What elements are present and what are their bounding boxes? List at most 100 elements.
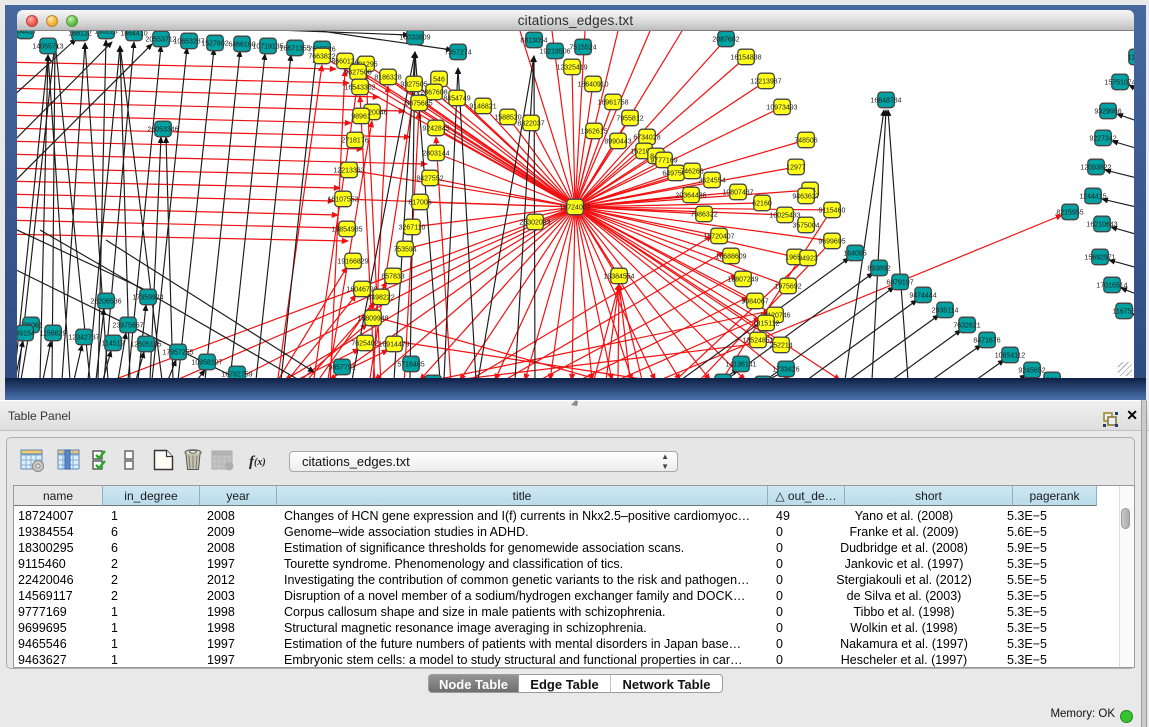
svg-text:16961758: 16961758	[597, 100, 628, 107]
svg-text:2718176: 2718176	[341, 138, 368, 145]
svg-text:16210643: 16210643	[1086, 222, 1117, 229]
svg-text:9242845: 9242845	[422, 126, 449, 133]
svg-text:3624554: 3624554	[698, 178, 725, 185]
svg-text:8471676: 8471676	[973, 338, 1000, 345]
svg-text:12342737: 12342737	[68, 335, 99, 342]
svg-text:25302033: 25302033	[519, 220, 550, 227]
svg-text:14136141: 14136141	[725, 362, 756, 369]
svg-text:9084067: 9084067	[741, 299, 768, 306]
svg-text:9777169: 9777169	[650, 158, 677, 165]
svg-text:10653287: 10653287	[173, 39, 204, 46]
svg-text:1864410: 1864410	[120, 31, 147, 38]
svg-text:26206536: 26206536	[90, 299, 121, 306]
svg-text:15720407: 15720407	[703, 234, 734, 241]
svg-text:3575004: 3575004	[792, 223, 819, 230]
svg-text:817006: 817006	[408, 200, 431, 207]
svg-text:10973493: 10973493	[766, 105, 797, 112]
svg-text:89214: 89214	[1042, 378, 1062, 379]
svg-text:16648784: 16648784	[870, 98, 901, 105]
svg-text:748506: 748506	[794, 138, 817, 145]
svg-text:16914479: 16914479	[378, 342, 409, 349]
svg-text:7632621: 7632621	[953, 323, 980, 330]
svg-text:9245652: 9245652	[1018, 368, 1045, 375]
svg-text:7625402: 7625402	[351, 341, 378, 348]
svg-text:164095: 164095	[843, 251, 866, 258]
svg-text:12505135: 12505135	[130, 342, 161, 349]
svg-text:8215955: 8215955	[1056, 210, 1083, 217]
svg-text:190223: 190223	[94, 31, 117, 36]
svg-text:857833: 857833	[381, 274, 404, 281]
svg-text:19166829: 19166829	[337, 259, 368, 266]
svg-text:12213363: 12213363	[333, 168, 364, 175]
svg-text:9474444: 9474444	[909, 293, 936, 300]
svg-text:18724007: 18724007	[559, 205, 590, 212]
svg-text:19384554: 19384554	[603, 274, 634, 281]
svg-text:10688609: 10688609	[715, 254, 746, 261]
svg-text:9329966: 9329966	[1094, 109, 1121, 116]
svg-text:12213987: 12213987	[750, 79, 781, 86]
svg-text:16033809: 16033809	[399, 35, 430, 42]
svg-text:252214: 252214	[769, 343, 792, 350]
svg-text:12977: 12977	[786, 165, 806, 172]
svg-text:18807249: 18807249	[727, 277, 758, 284]
svg-text:16671355: 16671355	[279, 46, 310, 53]
svg-text:14055713: 14055713	[32, 44, 63, 51]
svg-text:5716485: 5716485	[397, 362, 424, 369]
svg-text:39154: 39154	[17, 331, 35, 338]
svg-text:1733426: 1733426	[772, 367, 799, 374]
svg-text:16809948: 16809948	[357, 316, 388, 323]
svg-text:9227342: 9227342	[1089, 136, 1116, 143]
svg-text:11127: 11127	[1128, 55, 1134, 62]
svg-text:1244415: 1244415	[1079, 194, 1106, 201]
svg-text:104417: 104417	[17, 31, 37, 36]
svg-text:16782759: 16782759	[221, 372, 252, 379]
svg-text:1362615: 1362615	[580, 129, 607, 136]
svg-text:15751074: 15751074	[1104, 80, 1134, 87]
svg-text:16107553: 16107553	[327, 197, 358, 204]
svg-text:8990443: 8990443	[604, 139, 631, 146]
svg-text:16543362: 16543362	[344, 85, 375, 92]
svg-text:9327505: 9327505	[400, 82, 427, 89]
svg-text:2087682: 2087682	[712, 37, 739, 44]
svg-text:9146821: 9146821	[469, 104, 496, 111]
svg-text:6879197: 6879197	[886, 280, 913, 287]
svg-text:10654112: 10654112	[995, 353, 1026, 360]
svg-text:753594: 753594	[393, 247, 416, 254]
svg-text:16154838: 16154838	[730, 55, 761, 62]
svg-text:62160: 62160	[752, 201, 772, 208]
svg-text:98961: 98961	[351, 114, 371, 121]
svg-text:9857791: 9857791	[328, 365, 355, 372]
svg-text:17957255: 17957255	[162, 350, 193, 357]
svg-text:546: 546	[433, 77, 445, 84]
svg-text:19218506: 19218506	[539, 49, 570, 56]
svg-text:9699695: 9699695	[818, 239, 845, 246]
svg-text:7515524: 7515524	[569, 45, 596, 52]
svg-text:26053346: 26053346	[147, 127, 178, 134]
svg-text:746266: 746266	[680, 169, 703, 176]
svg-text:7955812: 7955812	[616, 116, 643, 123]
svg-text:3498222: 3498222	[367, 295, 394, 302]
svg-text:8454749: 8454749	[443, 96, 470, 103]
svg-text:114519: 114519	[102, 341, 125, 348]
svg-text:7357274: 7357274	[444, 50, 471, 57]
svg-text:23975867: 23975867	[112, 323, 143, 330]
svg-text:19854985: 19854985	[331, 227, 362, 234]
svg-text:1815112: 1815112	[753, 321, 780, 328]
svg-text:2803144: 2803144	[422, 151, 449, 158]
svg-text:10807487: 10807487	[722, 190, 753, 197]
svg-text:20553712: 20553712	[145, 37, 176, 44]
svg-text:12325419: 12325419	[556, 65, 587, 72]
svg-text:2935114: 2935114	[932, 308, 959, 315]
svg-text:7986322: 7986322	[690, 212, 717, 219]
svg-text:1975692: 1975692	[774, 284, 801, 291]
svg-text:20364436: 20364436	[675, 193, 706, 200]
svg-text:(x): (x)	[254, 457, 266, 468]
svg-text:116753: 116753	[1113, 309, 1134, 316]
svg-text:8813054: 8813054	[520, 38, 547, 45]
svg-text:15692971: 15692971	[1084, 255, 1115, 262]
svg-text:18640910: 18640910	[577, 82, 608, 89]
svg-text:17359924: 17359924	[132, 295, 163, 302]
svg-text:6734028: 6734028	[633, 135, 660, 142]
svg-text:3875685: 3875685	[405, 101, 432, 108]
svg-text:10025433: 10025433	[769, 213, 800, 220]
